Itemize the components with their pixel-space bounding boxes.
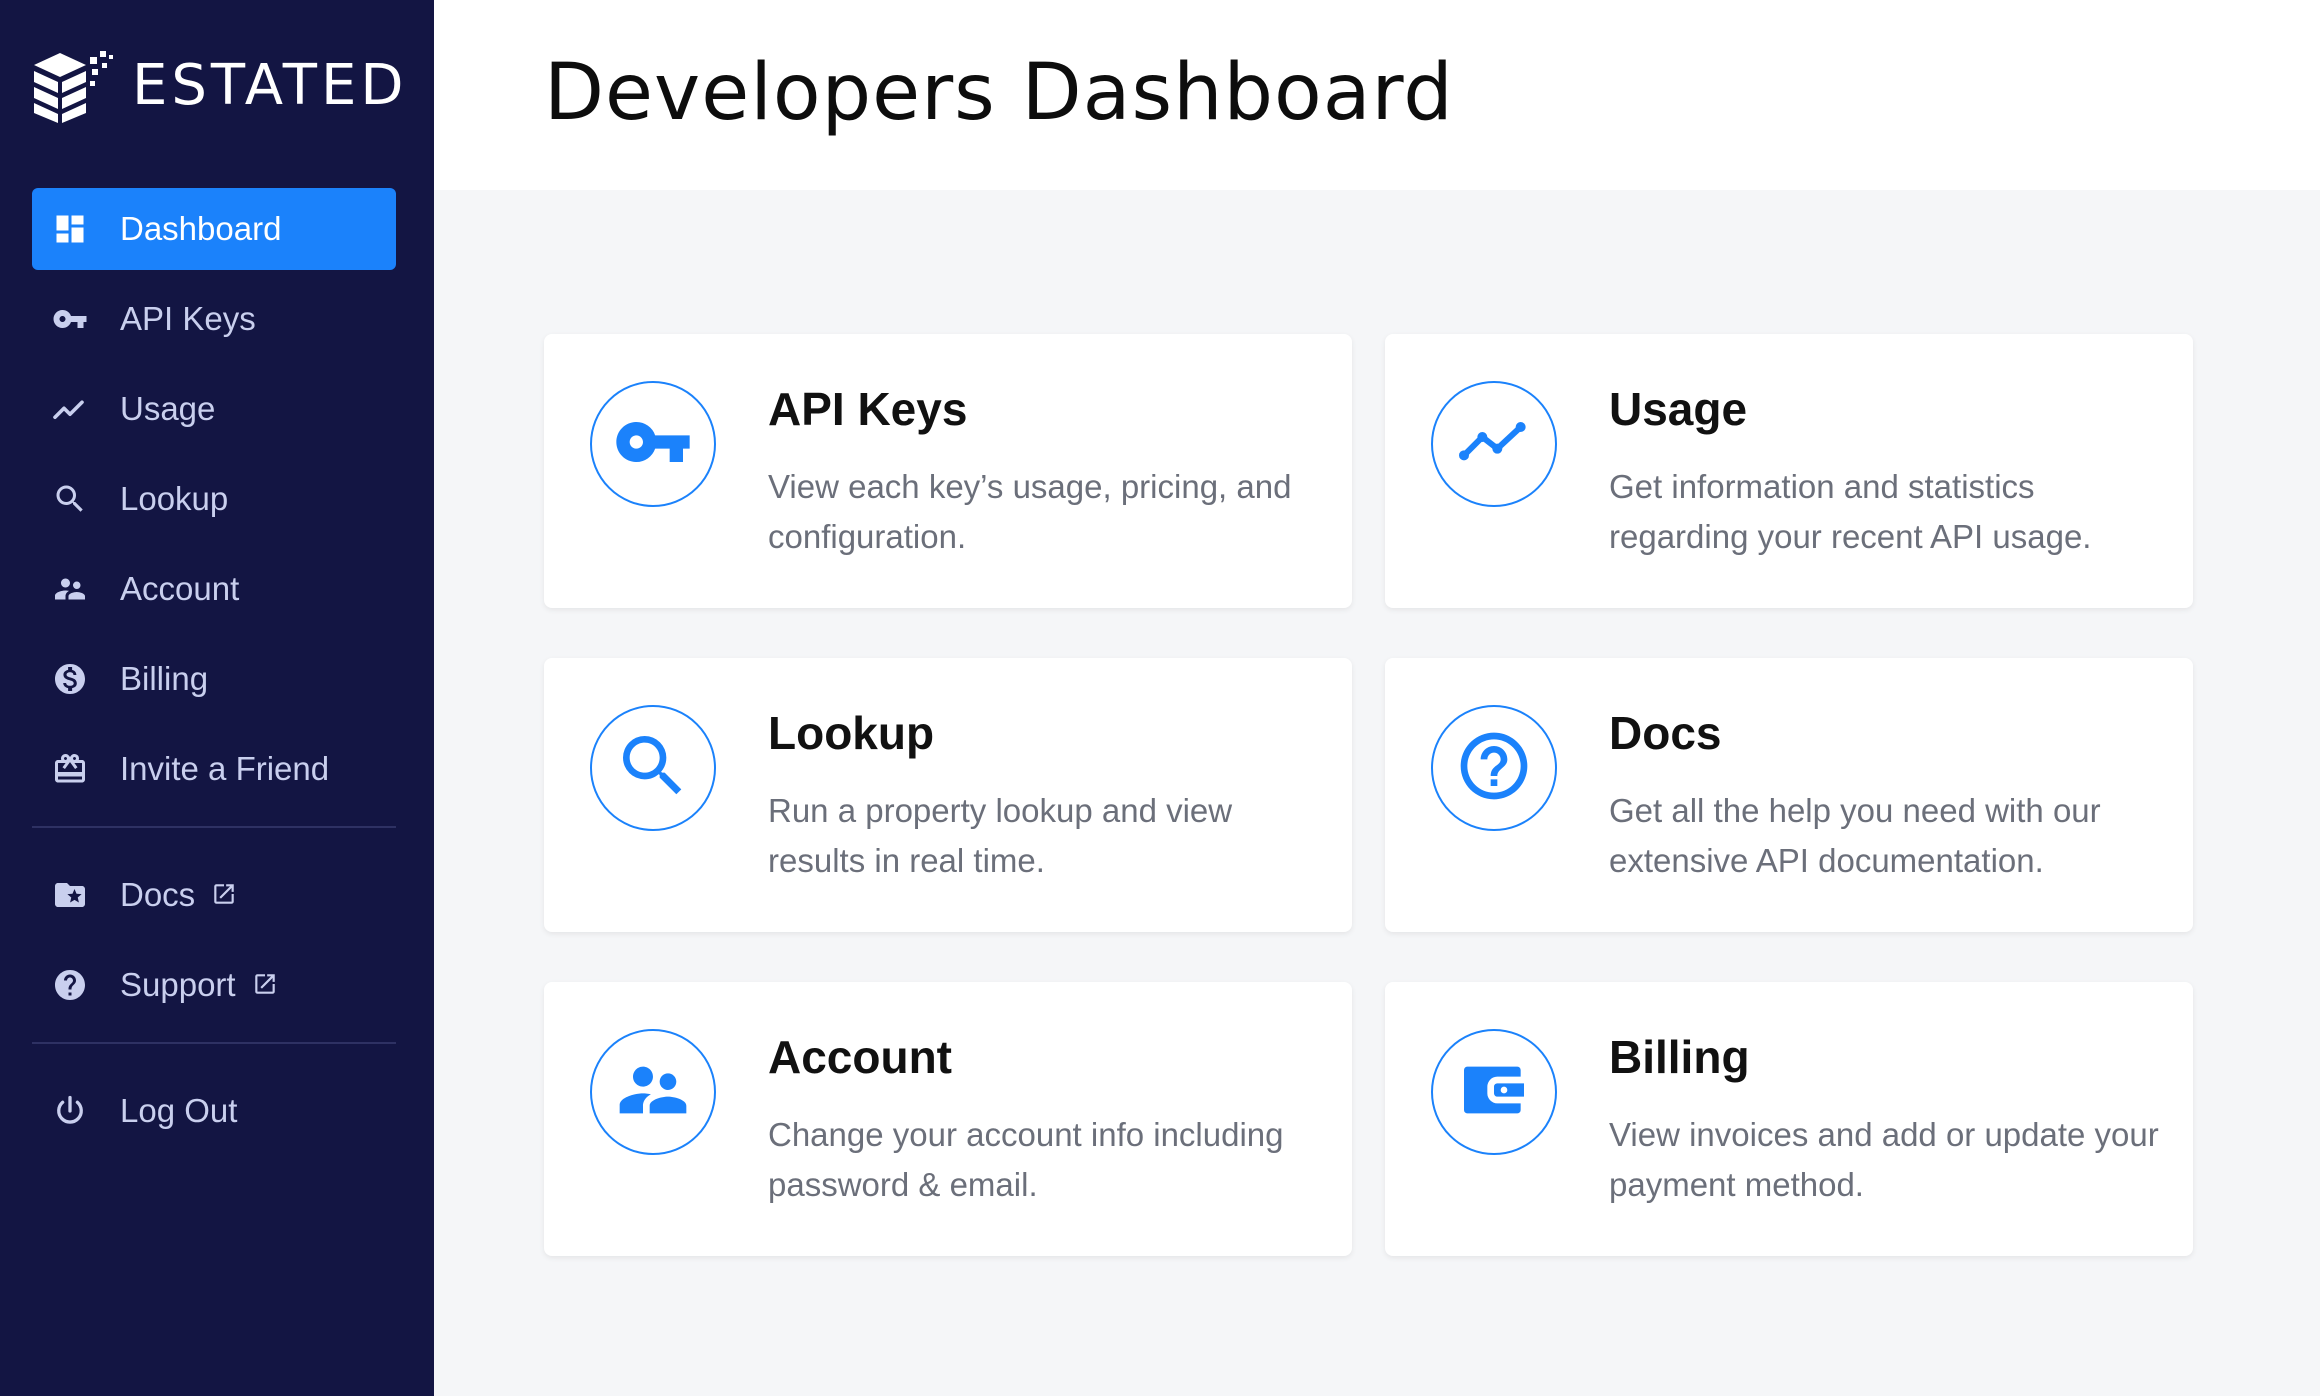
key-icon — [613, 402, 693, 487]
sidebar-item-api-keys[interactable]: API Keys — [32, 278, 396, 360]
card-lookup[interactable]: Lookup Run a property lookup and view re… — [544, 658, 1352, 932]
key-icon — [50, 299, 90, 339]
sidebar-item-label: Usage — [120, 390, 216, 427]
brand-name: ESTATED — [132, 52, 408, 118]
card-title: API Keys — [768, 383, 968, 435]
sidebar-item-label: Billing — [120, 660, 209, 697]
card-description: View invoices and add or update your pay… — [1609, 1116, 2159, 1203]
trend-icon — [1454, 402, 1534, 487]
sidebar-item-support[interactable]: Support — [32, 944, 396, 1026]
page-title: Developers Dashboard — [544, 48, 1454, 138]
card-usage[interactable]: Usage Get information and statistics reg… — [1385, 334, 2193, 608]
sidebar-divider — [32, 1042, 396, 1044]
sidebar-item-lookup[interactable]: Lookup — [32, 458, 396, 540]
card-title: Usage — [1609, 383, 1748, 435]
card-description: Get all the help you need with our exten… — [1609, 792, 2101, 879]
card-account[interactable]: Account Change your account info includi… — [544, 982, 1352, 1256]
external-link-icon — [195, 875, 237, 915]
sidebar-item-docs[interactable]: Docs — [32, 854, 396, 936]
card-icon-circle — [1431, 705, 1557, 831]
card-title: Billing — [1609, 1031, 1750, 1083]
help-icon — [1454, 726, 1534, 811]
page-header: Developers Dashboard — [434, 0, 2320, 190]
card-icon-circle — [590, 381, 716, 507]
people-icon — [613, 1050, 693, 1135]
card-icon-circle — [590, 1029, 716, 1155]
sidebar-item-dashboard[interactable]: Dashboard — [32, 188, 396, 270]
card-billing[interactable]: Billing View invoices and add or update … — [1385, 982, 2193, 1256]
sidebar-item-billing[interactable]: Billing — [32, 638, 396, 720]
card-description: View each key’s usage, pricing, and conf… — [768, 468, 1292, 555]
wallet-icon — [1454, 1050, 1534, 1135]
card-icon-circle — [1431, 381, 1557, 507]
card-description: Run a property lookup and view results i… — [768, 792, 1233, 879]
card-api-keys[interactable]: API Keys View each key’s usage, pricing,… — [544, 334, 1352, 608]
search-icon — [50, 479, 90, 519]
sidebar-item-label: Account — [120, 570, 240, 607]
sidebar-item-label: Docs — [120, 876, 196, 913]
sidebar-divider — [32, 826, 396, 828]
dashboard-icon — [50, 209, 90, 249]
dollar-icon — [50, 659, 90, 699]
card-icon-circle — [590, 705, 716, 831]
folder-star-icon — [50, 875, 90, 915]
search-icon — [613, 726, 693, 811]
sidebar-item-account[interactable]: Account — [32, 548, 396, 630]
sidebar-item-usage[interactable]: Usage — [32, 368, 396, 450]
sidebar-item-label: Support — [120, 966, 236, 1003]
card-description: Change your account info including passw… — [768, 1116, 1284, 1203]
trend-icon — [50, 389, 90, 429]
sidebar-item-label: API Keys — [120, 300, 256, 337]
external-link-icon — [236, 965, 278, 1005]
estated-cubes-logo-icon — [34, 51, 113, 123]
logout-button[interactable]: Log Out — [32, 1070, 396, 1152]
sidebar-item-label: Invite a Friend — [120, 750, 330, 787]
card-description: Get information and statistics regarding… — [1609, 468, 2092, 555]
sidebar-item-label: Dashboard — [120, 210, 282, 247]
gift-icon — [50, 749, 90, 789]
power-icon — [50, 1091, 90, 1131]
sidebar-item-invite-a-friend[interactable]: Invite a Friend — [32, 728, 396, 810]
card-title: Account — [768, 1031, 952, 1083]
card-docs[interactable]: Docs Get all the help you need with our … — [1385, 658, 2193, 932]
logout-label: Log Out — [120, 1092, 238, 1129]
people-icon — [50, 569, 90, 609]
card-title: Lookup — [768, 707, 935, 759]
card-icon-circle — [1431, 1029, 1557, 1155]
sidebar-item-label: Lookup — [120, 480, 229, 517]
sidebar: ESTATED Dashboard API Keys Usage Lookup — [0, 0, 434, 1396]
card-title: Docs — [1609, 707, 1722, 759]
help-circle-icon — [50, 965, 90, 1005]
sidebar-nav: Dashboard API Keys Usage Lookup Account — [32, 188, 396, 1160]
brand-logo[interactable]: ESTATED — [30, 45, 407, 125]
